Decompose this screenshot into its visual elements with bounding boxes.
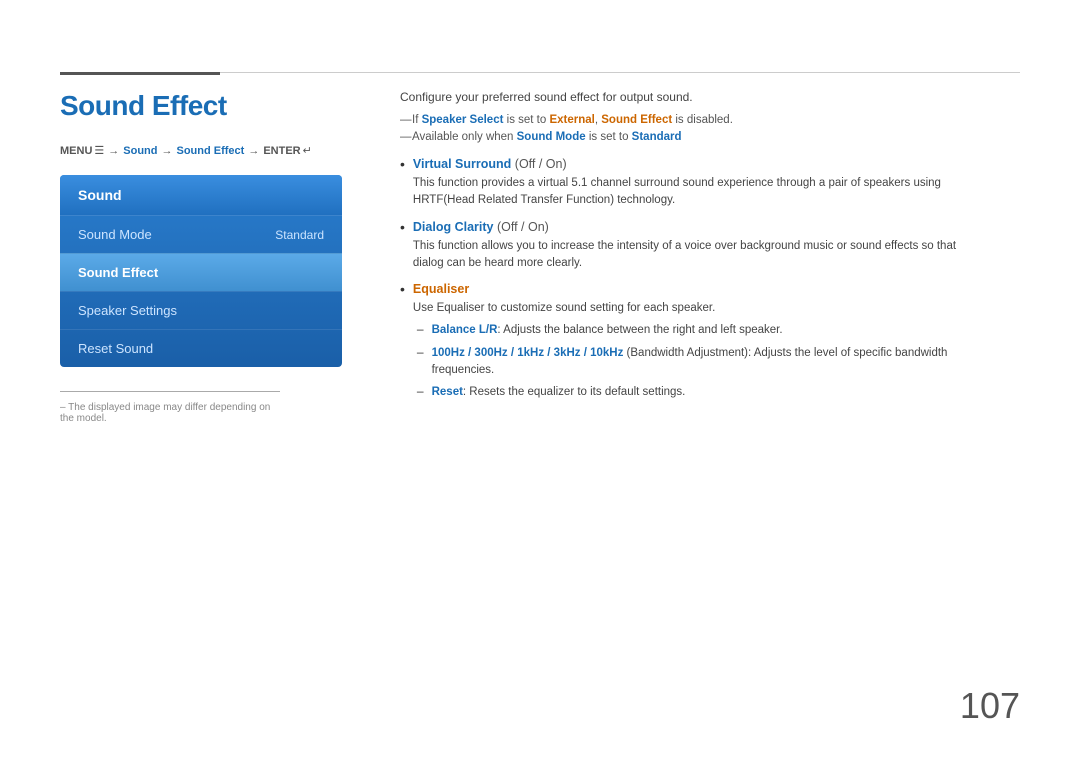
left-accent <box>60 72 220 75</box>
reset-term: Reset <box>432 386 463 398</box>
menu-panel: Sound Sound Mode Standard Sound Effect S… <box>60 175 342 367</box>
bullet-content-2: Dialog Clarity (Off / On) This function … <box>413 220 1020 273</box>
bandwidth-term: 100Hz / 300Hz / 1kHz / 3kHz / 10kHz <box>432 347 624 359</box>
bullet-desc-1: This function provides a virtual 5.1 cha… <box>413 175 973 210</box>
menu-item-sound-effect[interactable]: Sound Effect <box>60 253 342 291</box>
bullet-content-3: Equaliser Use Equaliser to customize sou… <box>413 282 1020 401</box>
page-container: Sound Effect MENU ☰ → Sound → Sound Effe… <box>0 0 1080 763</box>
bullet-dot-2: • <box>400 219 405 235</box>
standard-term: Standard <box>632 131 682 143</box>
bullet-title-1: Virtual Surround (Off / On) <box>413 157 1020 171</box>
breadcrumb-enter: ENTER <box>263 145 300 157</box>
page-number: 107 <box>960 685 1020 727</box>
left-column: Sound Effect MENU ☰ → Sound → Sound Effe… <box>60 90 360 424</box>
bullet-section: • Virtual Surround (Off / On) This funct… <box>400 157 1020 401</box>
sub-bullet-balance: – Balance L/R: Adjusts the balance betwe… <box>413 322 1020 339</box>
menu-item-sound-mode[interactable]: Sound Mode Standard <box>60 215 342 253</box>
equaliser-term: Equaliser <box>413 282 469 296</box>
menu-item-reset-sound-label: Reset Sound <box>78 341 153 356</box>
balance-term: Balance L/R <box>432 324 498 336</box>
breadcrumb-arrow3: → <box>248 145 259 157</box>
menu-item-reset-sound[interactable]: Reset Sound <box>60 329 342 367</box>
sub-text-2: 100Hz / 300Hz / 1kHz / 3kHz / 10kHz (Ban… <box>432 345 992 380</box>
bullet-title-2: Dialog Clarity (Off / On) <box>413 220 1020 234</box>
note-line-2: Available only when Sound Mode is set to… <box>400 131 1020 143</box>
menu-item-sound-mode-value: Standard <box>275 228 324 242</box>
bullet-equaliser: • Equaliser Use Equaliser to customize s… <box>400 282 1020 401</box>
sound-mode-term: Sound Mode <box>517 131 586 143</box>
bullet-dot-3: • <box>400 281 405 297</box>
speaker-select-term: Speaker Select <box>422 114 504 126</box>
sub-bullet-bandwidth: – 100Hz / 300Hz / 1kHz / 3kHz / 10kHz (B… <box>413 345 1020 380</box>
breadcrumb-enter-icon: ↵ <box>303 144 312 157</box>
sound-effect-term: Sound Effect <box>601 114 672 126</box>
bullet-desc-3: Use Equaliser to customize sound setting… <box>413 300 973 317</box>
dialog-clarity-paren: (Off / On) <box>497 220 549 234</box>
menu-panel-title: Sound <box>60 175 342 215</box>
sub-dash-1: – <box>417 322 424 336</box>
breadcrumb-sound: Sound <box>123 145 157 157</box>
breadcrumb: MENU ☰ → Sound → Sound Effect → ENTER ↵ <box>60 144 360 157</box>
breadcrumb-menu: MENU <box>60 145 92 157</box>
menu-item-speaker-settings-label: Speaker Settings <box>78 303 177 318</box>
bullet-dialog-clarity: • Dialog Clarity (Off / On) This functio… <box>400 220 1020 273</box>
sub-dash-2: – <box>417 345 424 359</box>
equaliser-inline-term: Equaliser <box>437 302 485 314</box>
bullet-content-1: Virtual Surround (Off / On) This functio… <box>413 157 1020 210</box>
note-line-1: If Speaker Select is set to External, So… <box>400 114 1020 126</box>
virtual-surround-term: Virtual Surround <box>413 157 511 171</box>
bullet-virtual-surround: • Virtual Surround (Off / On) This funct… <box>400 157 1020 210</box>
breadcrumb-arrow1: → <box>108 145 119 157</box>
bullet-desc-2: This function allows you to increase the… <box>413 238 973 273</box>
dialog-clarity-term: Dialog Clarity <box>413 220 494 234</box>
right-column: Configure your preferred sound effect fo… <box>400 90 1020 424</box>
bullet-dot-1: • <box>400 156 405 172</box>
external-term: External <box>549 114 594 126</box>
breadcrumb-arrow2: → <box>161 145 172 157</box>
sub-text-1: Balance L/R: Adjusts the balance between… <box>432 322 783 339</box>
footnote-text: – The displayed image may differ dependi… <box>60 402 280 424</box>
virtual-surround-paren: (Off / On) <box>515 157 567 171</box>
intro-text: Configure your preferred sound effect fo… <box>400 90 1020 104</box>
page-title: Sound Effect <box>60 90 360 122</box>
footnote-area: – The displayed image may differ dependi… <box>60 391 280 424</box>
menu-item-speaker-settings[interactable]: Speaker Settings <box>60 291 342 329</box>
sub-bullet-reset: – Reset: Resets the equalizer to its def… <box>413 384 1020 401</box>
breadcrumb-menu-icon: ☰ <box>94 144 104 157</box>
content-wrapper: Sound Effect MENU ☰ → Sound → Sound Effe… <box>60 90 1020 424</box>
breadcrumb-effect: Sound Effect <box>176 145 244 157</box>
bullet-title-3: Equaliser <box>413 282 1020 296</box>
menu-item-sound-effect-label: Sound Effect <box>78 265 158 280</box>
sub-text-3: Reset: Resets the equalizer to its defau… <box>432 384 686 401</box>
menu-item-sound-mode-label: Sound Mode <box>78 227 152 242</box>
sub-dash-3: – <box>417 384 424 398</box>
